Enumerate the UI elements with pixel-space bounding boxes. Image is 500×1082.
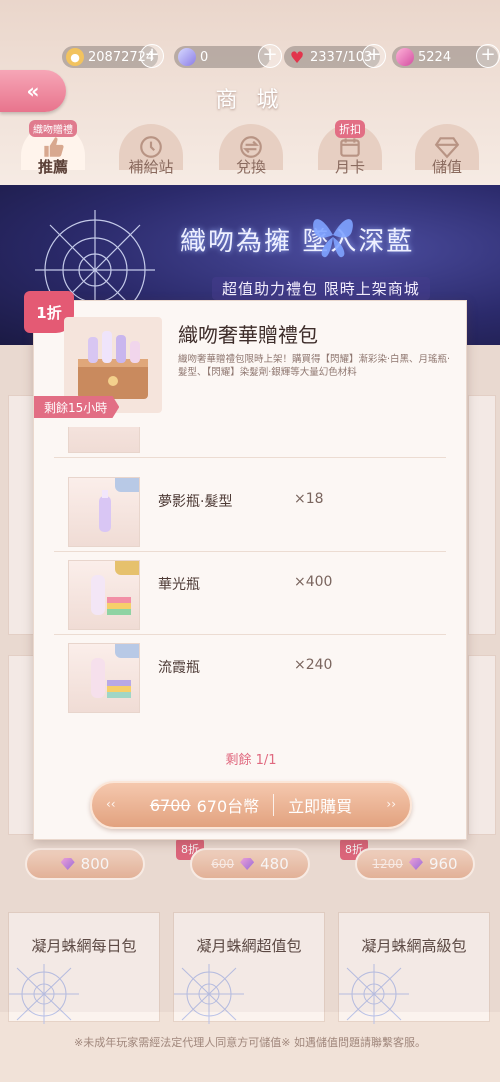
item-thumbnail bbox=[68, 427, 140, 453]
cat-coin-icon: ● bbox=[66, 48, 84, 66]
chevron-left-icon: ‹‹ bbox=[106, 797, 116, 811]
tab-topup[interactable]: 儲值 bbox=[414, 124, 480, 184]
add-gem-button[interactable]: + bbox=[476, 44, 500, 68]
item-quantity: ×400 bbox=[294, 574, 333, 590]
reward-list[interactable]: 夢影瓶·髮型 ×18 華光瓶 ×400 流霞瓶 ×240 bbox=[54, 427, 446, 717]
list-item: 華光瓶 ×400 bbox=[54, 552, 446, 635]
item-thumbnail bbox=[68, 643, 140, 713]
item-thumbnail bbox=[68, 560, 140, 630]
list-item bbox=[54, 427, 446, 458]
buy-now-button[interactable]: ‹‹ 6700 670台幣 立即購買 ›› bbox=[90, 781, 412, 829]
heart-icon: ♥ bbox=[289, 47, 305, 67]
gold-counter: ● 20872724 + bbox=[62, 44, 164, 68]
item-name: 夢影瓶·髮型 bbox=[158, 494, 233, 510]
diamond-counter: 0 bbox=[174, 46, 270, 68]
divider bbox=[273, 794, 275, 816]
currency-bar: ● 20872724 + 0 + ♥ 2337/103 + 5224 + bbox=[62, 44, 500, 70]
tab-badge: 折扣 bbox=[335, 120, 365, 138]
add-diamond-button[interactable]: + bbox=[258, 44, 282, 68]
original-price: 6700 bbox=[149, 795, 191, 815]
item-badge bbox=[115, 644, 139, 658]
tab-supply[interactable]: 補給站 bbox=[118, 124, 184, 184]
pink-gem-icon bbox=[396, 48, 414, 66]
add-stamina-button[interactable]: + bbox=[362, 44, 386, 68]
tab-label: 兌換 bbox=[235, 158, 266, 176]
banner-title: 織吻為擁 墜入深藍 bbox=[180, 227, 415, 257]
footer-notice: ※未成年玩家需經法定代理人同意方可儲值※ 如遇儲值問題請聯繫客服。 bbox=[74, 1036, 426, 1049]
tab-monthly-card[interactable]: 折扣 月卡 bbox=[317, 120, 383, 184]
item-quantity: ×18 bbox=[294, 491, 324, 507]
item-badge bbox=[115, 478, 139, 492]
diamond-amount: 0 bbox=[200, 49, 209, 65]
item-thumbnail bbox=[68, 477, 140, 547]
gift-pack-popup: 1折 織吻奢華贈禮包 織吻奢華贈禮包限時上架！購買得【閃耀】漸彩染·白黑、月瑤瓶… bbox=[24, 291, 467, 840]
tab-label: 推薦 bbox=[37, 158, 68, 176]
gem-counter: 5224 + bbox=[392, 44, 500, 68]
tab-label: 補給站 bbox=[128, 158, 174, 176]
buy-label: 立即購買 bbox=[288, 797, 353, 816]
diamond-icon bbox=[178, 48, 196, 66]
popup-title: 織吻奢華贈禮包 bbox=[178, 323, 318, 347]
stamina-counter: ♥ 2337/103 + bbox=[284, 44, 386, 68]
item-name: 華光瓶 bbox=[158, 577, 200, 593]
tab-recommend[interactable]: 織吻贈禮 推薦 bbox=[20, 120, 86, 184]
item-badge bbox=[115, 561, 139, 575]
item-quantity: ×240 bbox=[294, 657, 333, 673]
popup-description: 織吻奢華贈禮包限時上架！購買得【閃耀】漸彩染·白黑、月瑤瓶·髮型、【閃耀】染髮劑… bbox=[178, 354, 451, 378]
add-gold-button[interactable]: + bbox=[140, 44, 164, 68]
purchase-limit: 剩餘 1/1 bbox=[225, 753, 277, 768]
tab-exchange[interactable]: 兌換 bbox=[218, 124, 284, 184]
tab-label: 儲值 bbox=[431, 158, 462, 176]
list-item: 流霞瓶 ×240 bbox=[54, 635, 446, 717]
tab-bar: 織吻贈禮 推薦 補給站 兌換 折扣 月卡 儲值 bbox=[0, 118, 500, 186]
tab-badge: 織吻贈禮 bbox=[29, 120, 77, 137]
banner-subtitle: 超值助力禮包 限時上架商城 bbox=[212, 277, 430, 300]
list-item: 夢影瓶·髮型 ×18 bbox=[54, 469, 446, 552]
page-title: 商 城 bbox=[215, 88, 285, 113]
tab-label: 月卡 bbox=[334, 158, 365, 176]
gem-amount: 5224 bbox=[418, 49, 452, 65]
item-name: 流霞瓶 bbox=[158, 660, 200, 676]
time-left-tag: 剩餘15小時 bbox=[34, 396, 120, 418]
butterfly-icon bbox=[313, 219, 353, 258]
chevron-right-icon: ›› bbox=[386, 797, 396, 811]
sale-price: 670台幣 bbox=[196, 797, 260, 816]
